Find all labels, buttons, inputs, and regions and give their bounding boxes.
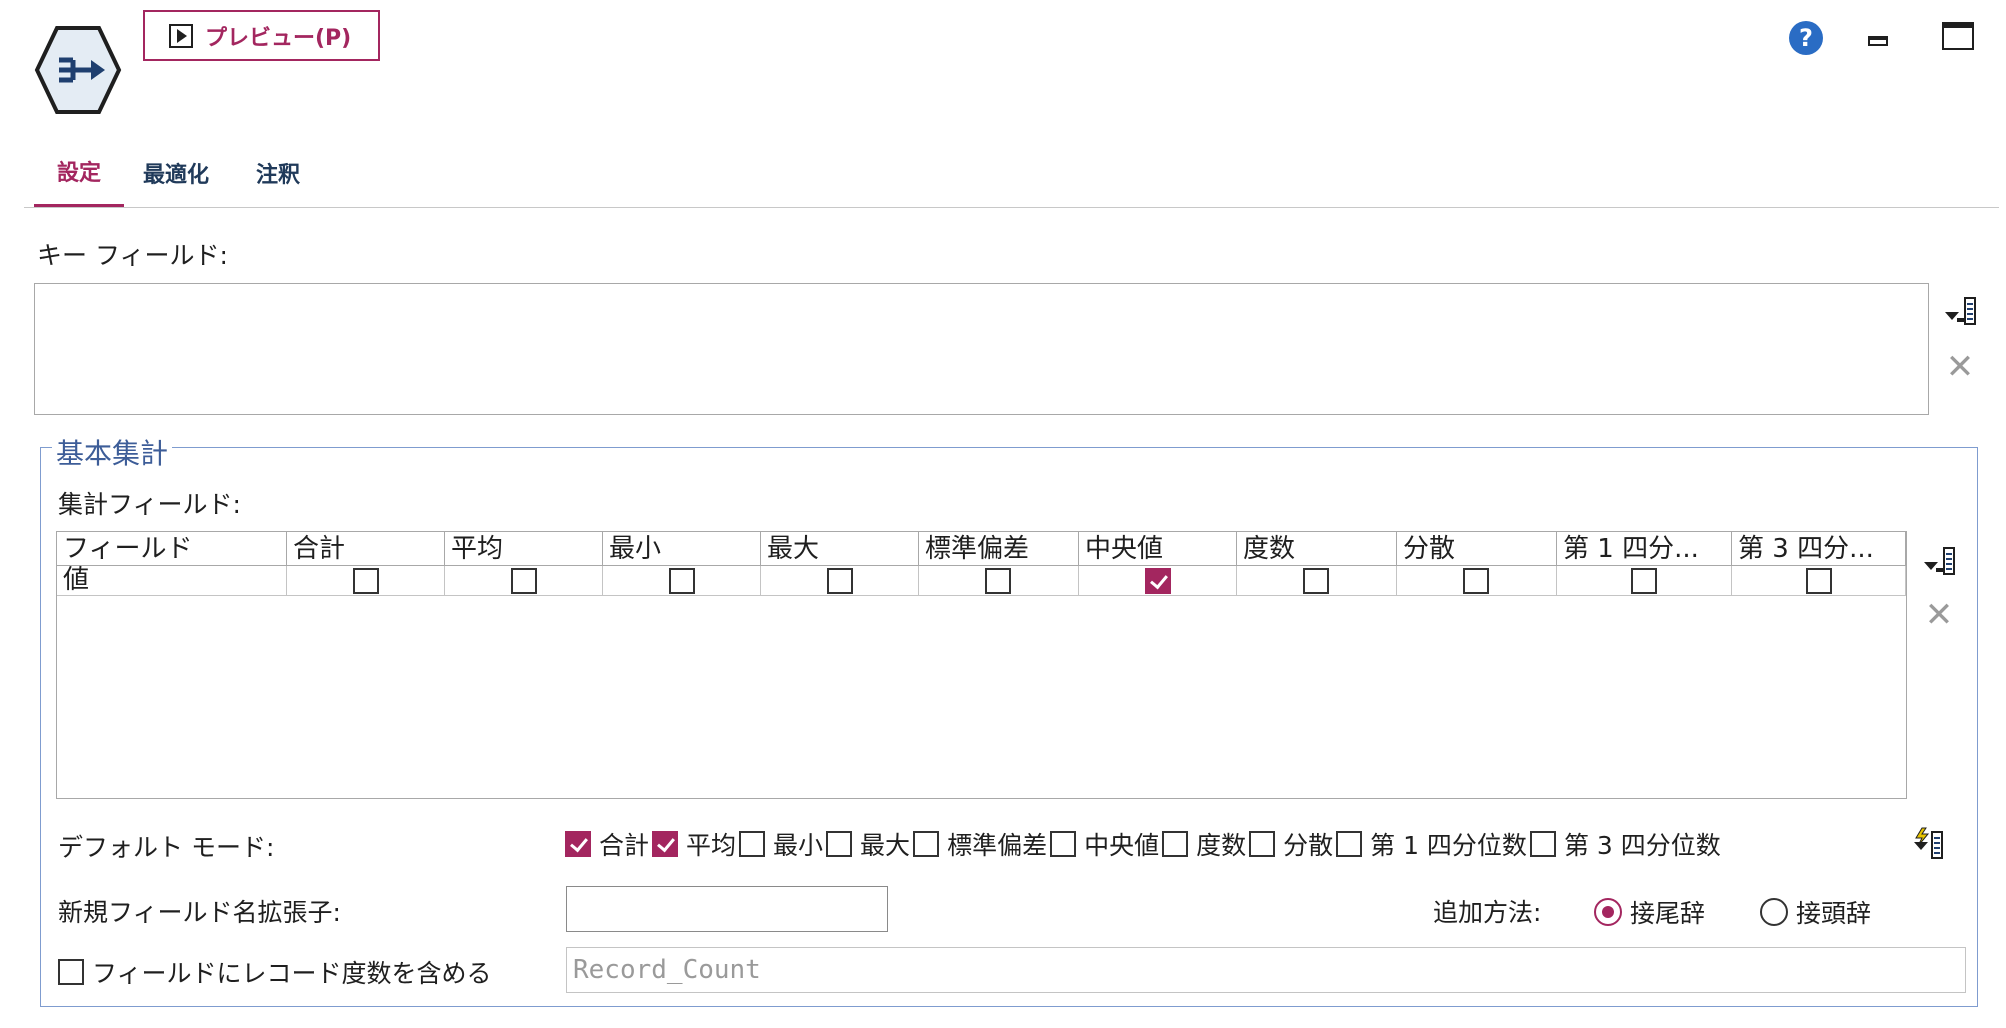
stddev-checkbox[interactable] <box>985 568 1011 594</box>
table-cell <box>287 566 445 596</box>
record-count-field-input[interactable]: Record_Count <box>566 947 1966 993</box>
aggregate-fields-label: 集計フィールド: <box>58 490 241 519</box>
table-cell <box>1557 566 1732 596</box>
column-header[interactable]: 第 3 四分... <box>1732 532 1906 566</box>
sum-checkbox[interactable] <box>353 568 379 594</box>
default-count-checkbox[interactable] <box>1162 831 1189 857</box>
table-row-field[interactable]: 値 <box>57 566 287 596</box>
column-header[interactable]: 標準偏差 <box>919 532 1079 566</box>
suffix-label: 接尾辞 <box>1630 899 1706 928</box>
count-checkbox[interactable] <box>1303 568 1329 594</box>
basic-aggregation-legend: 基本集計 <box>52 432 173 472</box>
table-cell <box>603 566 761 596</box>
column-header[interactable]: 最大 <box>761 532 919 566</box>
default-mode-options: 合計 平均 最小 最大 標準偏差 中央値 度数 分散 第 1 四分位数 第 3 … <box>565 826 1724 862</box>
include-count-option[interactable]: フィールドにレコード度数を含める <box>58 954 492 990</box>
median-checkbox[interactable] <box>1145 568 1171 594</box>
default-sum-checkbox[interactable] <box>565 831 591 857</box>
default-max-label: 最大 <box>860 831 911 860</box>
column-header[interactable]: 中央値 <box>1079 532 1237 566</box>
maximize-icon[interactable] <box>1942 22 1974 50</box>
default-median-checkbox[interactable] <box>1050 831 1077 857</box>
apply-defaults-icon[interactable] <box>1912 826 1946 860</box>
table-cell <box>1079 566 1237 596</box>
suffix-option[interactable]: 接尾辞 <box>1594 894 1705 930</box>
column-header[interactable]: 分散 <box>1397 532 1557 566</box>
help-icon[interactable]: ? <box>1789 21 1823 55</box>
default-count-label: 度数 <box>1196 831 1247 860</box>
mean-checkbox[interactable] <box>511 568 537 594</box>
default-max-checkbox[interactable] <box>826 831 853 857</box>
add-method-label: 追加方法: <box>1433 898 1542 927</box>
play-icon <box>169 23 193 48</box>
prefix-option[interactable]: 接頭辞 <box>1760 894 1871 930</box>
include-count-label: フィールドにレコード度数を含める <box>92 959 492 988</box>
aggregate-node-icon <box>33 22 123 118</box>
default-stddev-label: 標準偏差 <box>947 831 1048 860</box>
aggregate-fields-table[interactable]: フィールド 合計 平均 最小 最大 標準偏差 中央値 度数 分散 第 1 四分.… <box>56 531 1907 799</box>
preview-button[interactable]: プレビュー(P) <box>143 10 380 61</box>
table-cell <box>1732 566 1906 596</box>
tab-settings[interactable]: 設定 <box>34 140 124 208</box>
tab-divider <box>24 207 1999 208</box>
column-header[interactable]: 度数 <box>1237 532 1397 566</box>
column-header[interactable]: 第 1 四分... <box>1557 532 1732 566</box>
default-min-checkbox[interactable] <box>739 831 766 857</box>
prefix-label: 接頭辞 <box>1796 899 1872 928</box>
variance-checkbox[interactable] <box>1463 568 1489 594</box>
delete-icon[interactable]: ✕ <box>1924 598 1954 632</box>
field-picker-icon[interactable] <box>1945 296 1977 326</box>
default-mean-label: 平均 <box>686 831 737 860</box>
field-picker-icon[interactable] <box>1924 546 1956 576</box>
default-median-label: 中央値 <box>1084 831 1160 860</box>
suffix-radio[interactable] <box>1594 898 1622 926</box>
key-fields-list[interactable] <box>34 283 1929 415</box>
default-q1-label: 第 1 四分位数 <box>1370 831 1527 860</box>
default-variance-label: 分散 <box>1283 831 1334 860</box>
tab-optimization[interactable]: 最適化 <box>143 142 209 210</box>
min-checkbox[interactable] <box>669 568 695 594</box>
default-q1-checkbox[interactable] <box>1336 831 1363 857</box>
extension-input[interactable] <box>566 886 888 932</box>
prefix-radio[interactable] <box>1760 898 1788 926</box>
table-cell <box>1397 566 1557 596</box>
tab-annotations[interactable]: 注釈 <box>256 142 300 210</box>
table-cell <box>445 566 603 596</box>
q1-checkbox[interactable] <box>1631 568 1657 594</box>
default-q3-checkbox[interactable] <box>1529 831 1556 857</box>
table-cell <box>919 566 1079 596</box>
default-q3-label: 第 3 四分位数 <box>1563 831 1721 860</box>
default-sum-label: 合計 <box>599 831 650 860</box>
include-count-checkbox[interactable] <box>58 959 84 985</box>
default-variance-checkbox[interactable] <box>1249 831 1276 857</box>
default-stddev-checkbox[interactable] <box>913 831 940 857</box>
max-checkbox[interactable] <box>827 568 853 594</box>
column-header[interactable]: 最小 <box>603 532 761 566</box>
column-header[interactable]: 合計 <box>287 532 445 566</box>
minimize-icon[interactable] <box>1868 30 1892 50</box>
default-min-label: 最小 <box>773 831 824 860</box>
default-mean-checkbox[interactable] <box>652 831 679 857</box>
delete-icon[interactable]: ✕ <box>1945 350 1975 384</box>
q3-checkbox[interactable] <box>1806 568 1832 594</box>
key-fields-label: キー フィールド: <box>37 241 228 270</box>
table-cell <box>1237 566 1397 596</box>
extension-label: 新規フィールド名拡張子: <box>58 898 341 927</box>
preview-button-label: プレビュー(P) <box>205 25 352 51</box>
default-mode-label: デフォルト モード: <box>58 833 275 862</box>
column-header[interactable]: フィールド <box>57 532 287 566</box>
column-header[interactable]: 平均 <box>445 532 603 566</box>
table-cell <box>761 566 919 596</box>
